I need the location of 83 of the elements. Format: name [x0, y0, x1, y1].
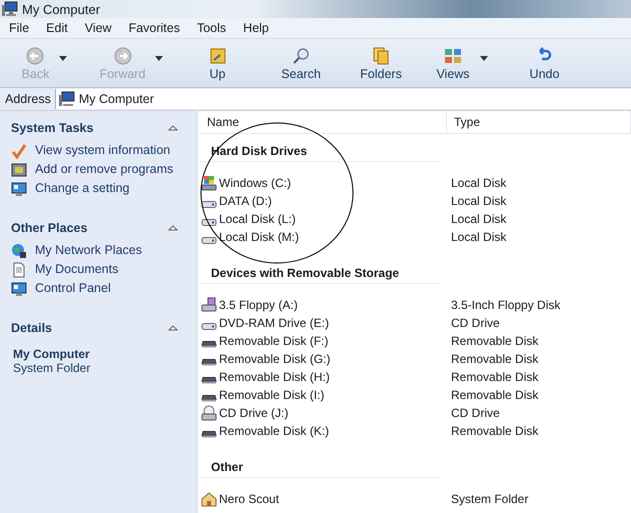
drive-icon: [201, 236, 217, 244]
group-header: Other: [200, 457, 441, 478]
drive-name[interactable]: DVD-RAM Drive (E:): [219, 316, 329, 330]
drive-name[interactable]: Local Disk (M:): [219, 230, 300, 244]
computer-icon: [58, 91, 75, 107]
document-icon: [11, 262, 27, 278]
drive-type: CD Drive: [450, 316, 501, 330]
drive-type: Local Disk: [450, 176, 508, 190]
drive-icon: [201, 218, 217, 226]
removable-drive-icon: [201, 340, 217, 348]
group-header: Devices with Removable Storage: [200, 263, 441, 284]
task-link[interactable]: View system information: [35, 143, 170, 158]
menu-item[interactable]: File: [9, 21, 30, 35]
drive-type: Removable Disk: [450, 334, 540, 348]
menu-item[interactable]: Tools: [196, 21, 226, 35]
drive-icon: [201, 322, 217, 330]
section-title: Details: [11, 321, 52, 335]
section-title: System Tasks: [11, 121, 94, 135]
address-field[interactable]: My Computer: [54, 89, 631, 109]
folders-icon: [371, 46, 391, 66]
drive-type: Removable Disk: [450, 388, 540, 402]
search-icon: [290, 46, 311, 66]
up-button[interactable]: Up: [206, 46, 230, 80]
menu-item[interactable]: Help: [243, 21, 269, 35]
floppy-drive-icon: [201, 297, 217, 313]
caret-icon[interactable]: [480, 56, 488, 60]
globe-icon: [11, 243, 27, 259]
column-header[interactable]: Name: [200, 111, 447, 133]
drive-type: Local Disk: [450, 230, 508, 244]
drive-name[interactable]: Removable Disk (H:): [219, 370, 330, 384]
computer-icon: [2, 1, 18, 17]
task-link[interactable]: Control Panel: [35, 281, 111, 296]
drive-type: Removable Disk: [450, 424, 540, 438]
drive-type: CD Drive: [450, 406, 501, 420]
column-header[interactable]: Type: [447, 111, 631, 133]
menu-item[interactable]: Edit: [46, 21, 68, 35]
drive-name[interactable]: Windows (C:): [219, 176, 292, 190]
windows-drive-icon: [201, 175, 217, 191]
section-title: Other Places: [11, 221, 88, 235]
collapse-icon[interactable]: [168, 325, 178, 331]
control-panel-icon: [11, 281, 27, 297]
window-title: My Computer: [22, 2, 100, 16]
task-link[interactable]: My Network Places: [35, 243, 142, 258]
drive-type: Removable Disk: [450, 352, 540, 366]
menu-item[interactable]: Favorites: [128, 21, 180, 35]
drive-type: Removable Disk: [450, 370, 540, 384]
drive-name[interactable]: CD Drive (J:): [219, 406, 288, 420]
removable-drive-icon: [201, 394, 217, 402]
details-name: My Computer: [12, 347, 91, 361]
removable-drive-icon: [201, 376, 217, 384]
drive-name[interactable]: DATA (D:): [219, 194, 272, 208]
task-link[interactable]: My Documents: [35, 262, 118, 277]
task-link[interactable]: Change a setting: [35, 181, 130, 196]
house-icon: [201, 491, 217, 507]
programs-icon: [11, 162, 27, 178]
drive-type: System Folder: [450, 492, 530, 506]
drive-type: 3.5-Inch Floppy Disk: [450, 298, 562, 312]
menu-item[interactable]: View: [84, 21, 112, 35]
drive-name[interactable]: Local Disk (L:): [219, 212, 296, 226]
search-button[interactable]: Search: [279, 46, 323, 80]
drive-name[interactable]: 3.5 Floppy (A:): [219, 298, 298, 312]
address-label: Address: [4, 92, 52, 106]
drive-name[interactable]: Nero Scout: [219, 492, 280, 506]
removable-drive-icon: [201, 358, 217, 366]
folder-up-icon: [208, 46, 228, 66]
folders-button[interactable]: Folders: [358, 46, 404, 80]
drive-type: Local Disk: [450, 212, 508, 226]
control-panel-icon: [11, 181, 27, 197]
drive-name[interactable]: Removable Disk (G:): [219, 352, 330, 366]
drive-icon: [201, 200, 217, 208]
collapse-icon[interactable]: [168, 125, 178, 131]
drive-name[interactable]: Removable Disk (F:): [219, 334, 328, 348]
drive-name[interactable]: Removable Disk (K:): [219, 424, 330, 438]
task-link[interactable]: Add or remove programs: [35, 162, 174, 177]
drive-type: Local Disk: [450, 194, 508, 208]
drive-name[interactable]: Removable Disk (I:): [219, 388, 324, 402]
collapse-icon[interactable]: [168, 225, 178, 231]
cd-drive-icon: [201, 405, 217, 421]
views-button[interactable]: Views: [434, 46, 472, 80]
check-icon: [11, 143, 27, 159]
removable-drive-icon: [201, 430, 217, 438]
undo-button[interactable]: Undo: [528, 46, 562, 80]
details-type: System Folder: [12, 361, 92, 375]
